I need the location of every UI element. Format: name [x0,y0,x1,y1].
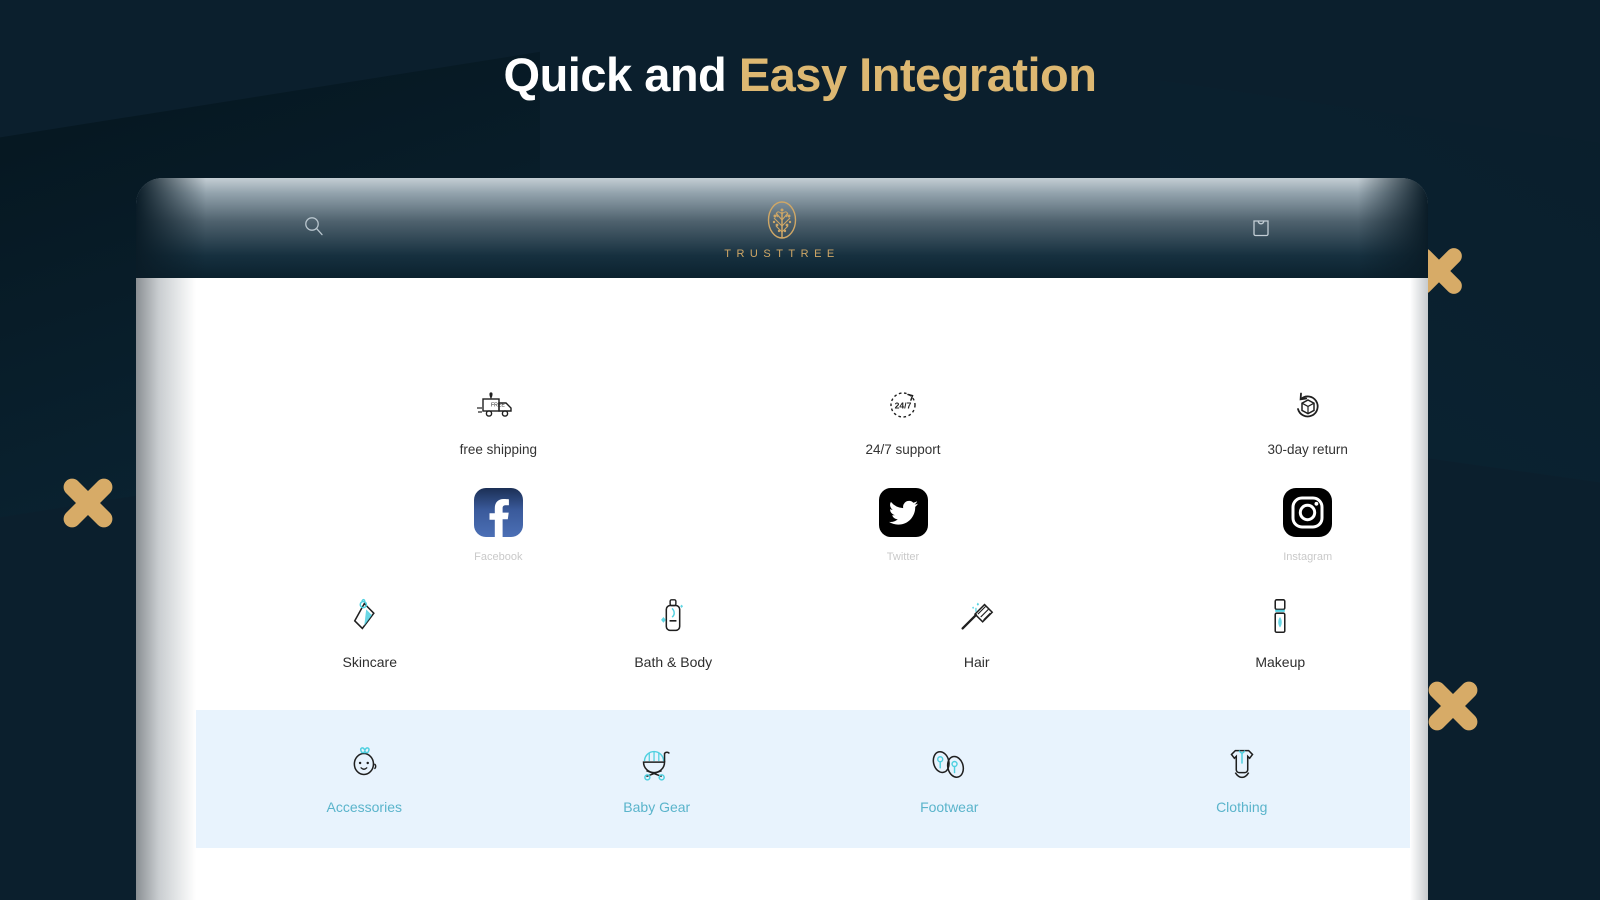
shopping-bag-icon[interactable] [1249,214,1273,238]
social-item-instagram[interactable]: Instagram [1105,488,1428,563]
instagram-icon [1283,488,1333,537]
baby-face-accessories-icon [353,747,377,776]
bath-body-bottle-icon [661,599,684,632]
return-box-icon [1296,392,1319,418]
category-label: Hair [963,654,990,670]
service-label: 24/7 support [865,442,941,457]
category-label: Skincare [342,654,397,670]
brand-logo[interactable]: TRUSTTREE [136,200,1428,260]
service-label: free shipping [459,442,537,457]
24-7-support-icon: 24/7 [890,392,916,418]
category-item-makeup[interactable]: Makeup [1129,596,1429,670]
onesie-clothing-icon [1230,749,1254,779]
category-label: Clothing [1216,799,1268,815]
facebook-icon [473,488,523,537]
page-curve-shadow-left [136,278,196,900]
store-header: TRUSTTREE [136,178,1428,278]
store-page: FREE free shipping 24/7 24/7 support 30-… [136,278,1428,900]
category-item-baby-gear[interactable]: Baby Gear [511,743,804,815]
category-label: Accessories [326,799,402,815]
social-label: Facebook [474,551,523,563]
social-item-twitter[interactable]: Twitter [701,488,1106,563]
service-item-return[interactable]: 30-day return [1105,388,1428,457]
social-label: Twitter [886,551,920,563]
category-label: Makeup [1255,654,1306,670]
social-label: Instagram [1283,551,1333,563]
category-item-clothing[interactable]: Clothing [1096,743,1389,815]
category-item-hair[interactable]: Hair [825,596,1129,670]
page-curve-shadow-right [1410,278,1428,900]
category-item-accessories[interactable]: Accessories [218,743,511,815]
category-label: Bath & Body [634,654,713,670]
x-mark-icon [55,470,121,536]
category-label: Baby Gear [623,799,691,815]
device-mockup: TRUSTTREE FREE free shipping 24/7 24/7 s… [136,178,1428,900]
x-mark-icon [1420,673,1486,739]
free-shipping-truck-icon: FREE [477,392,513,417]
kids-categories-highlight-row: Accessories Baby Gear Footwear Clothing [196,710,1410,848]
page-title-plain: Quick and [503,48,739,101]
brand-name: TRUSTTREE [724,248,840,260]
service-item-free-shipping[interactable]: FREE free shipping [296,388,701,457]
social-row: Facebook Twitter Instagram [296,488,1428,563]
tree-logo-icon [767,201,797,239]
services-row: FREE free shipping 24/7 24/7 support 30-… [296,388,1428,457]
svg-text:24/7: 24/7 [895,401,912,411]
category-label: Footwear [920,799,979,815]
service-item-support[interactable]: 24/7 24/7 support [701,388,1106,457]
category-item-footwear[interactable]: Footwear [803,743,1096,815]
service-label: 30-day return [1267,442,1348,457]
page-title: Quick and Easy Integration [0,47,1600,102]
twitter-icon [878,488,928,537]
hair-brush-icon [961,602,994,630]
baby-shoes-icon [933,750,965,778]
category-item-bath-body[interactable]: Bath & Body [522,596,826,670]
stroller-icon [642,750,670,781]
svg-text:FREE: FREE [491,403,505,409]
makeup-lipstick-icon [1274,599,1286,634]
beauty-categories-row: Skincare Bath & Body Hair Makeup [218,596,1428,670]
social-item-facebook[interactable]: Facebook [296,488,701,563]
page-title-accent: Easy Integration [738,48,1097,101]
skincare-dropper-icon [353,598,375,630]
category-item-skincare[interactable]: Skincare [218,596,522,670]
